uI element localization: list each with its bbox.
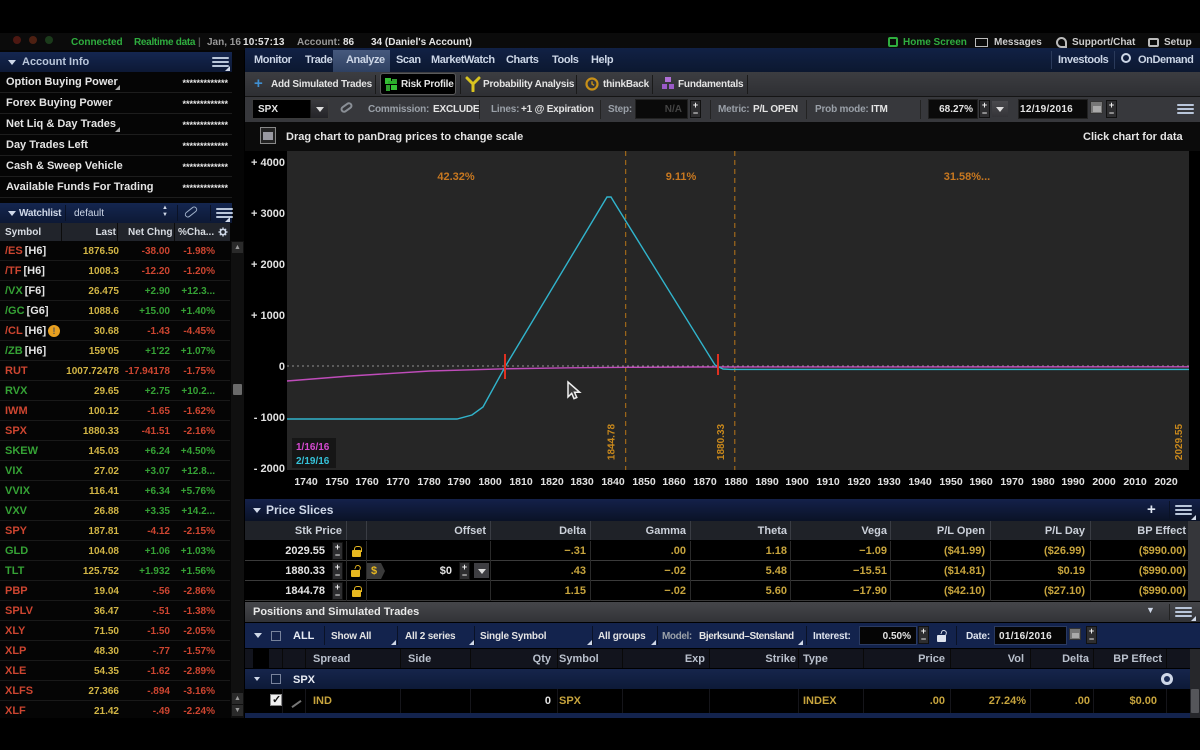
svg-text:1844.78: 1844.78 bbox=[607, 423, 618, 460]
svg-text:2010: 2010 bbox=[1123, 476, 1147, 488]
svg-text:1850: 1850 bbox=[632, 476, 656, 488]
svg-text:1830: 1830 bbox=[570, 476, 594, 488]
svg-text:2020: 2020 bbox=[1154, 476, 1178, 488]
svg-text:- 1000: - 1000 bbox=[254, 412, 285, 424]
svg-text:1980: 1980 bbox=[1031, 476, 1055, 488]
svg-text:1750: 1750 bbox=[325, 476, 349, 488]
svg-text:42.32%: 42.32% bbox=[437, 171, 475, 183]
svg-text:1810: 1810 bbox=[509, 476, 533, 488]
svg-text:1890: 1890 bbox=[755, 476, 779, 488]
svg-text:1800: 1800 bbox=[478, 476, 502, 488]
svg-text:1900: 1900 bbox=[785, 476, 809, 488]
svg-text:1840: 1840 bbox=[601, 476, 625, 488]
svg-text:1930: 1930 bbox=[877, 476, 901, 488]
svg-text:2029.55: 2029.55 bbox=[1174, 423, 1185, 460]
svg-text:1770: 1770 bbox=[386, 476, 410, 488]
svg-text:1760: 1760 bbox=[355, 476, 379, 488]
svg-text:1790: 1790 bbox=[447, 476, 471, 488]
svg-text:2/19/16: 2/19/16 bbox=[296, 456, 330, 467]
svg-text:- 2000: - 2000 bbox=[254, 463, 285, 475]
svg-text:1740: 1740 bbox=[294, 476, 318, 488]
svg-text:1/16/16: 1/16/16 bbox=[296, 442, 330, 453]
svg-text:+ 2000: + 2000 bbox=[251, 259, 285, 271]
svg-text:1880.33: 1880.33 bbox=[716, 423, 727, 460]
svg-text:1950: 1950 bbox=[939, 476, 963, 488]
svg-text:1910: 1910 bbox=[816, 476, 840, 488]
svg-text:+ 3000: + 3000 bbox=[251, 208, 285, 220]
svg-text:1870: 1870 bbox=[693, 476, 717, 488]
svg-text:1820: 1820 bbox=[540, 476, 564, 488]
svg-text:1990: 1990 bbox=[1061, 476, 1085, 488]
svg-text:0: 0 bbox=[279, 361, 285, 373]
svg-text:1880: 1880 bbox=[724, 476, 748, 488]
svg-text:2000: 2000 bbox=[1092, 476, 1116, 488]
svg-text:1960: 1960 bbox=[969, 476, 993, 488]
svg-text:+ 4000: + 4000 bbox=[251, 157, 285, 169]
svg-text:1920: 1920 bbox=[847, 476, 871, 488]
svg-text:1940: 1940 bbox=[908, 476, 932, 488]
svg-text:31.58%...: 31.58%... bbox=[944, 171, 990, 183]
svg-text:1970: 1970 bbox=[1000, 476, 1024, 488]
svg-text:1860: 1860 bbox=[662, 476, 686, 488]
svg-text:9.11%: 9.11% bbox=[666, 171, 697, 183]
svg-text:+ 1000: + 1000 bbox=[251, 310, 285, 322]
svg-text:1780: 1780 bbox=[417, 476, 441, 488]
